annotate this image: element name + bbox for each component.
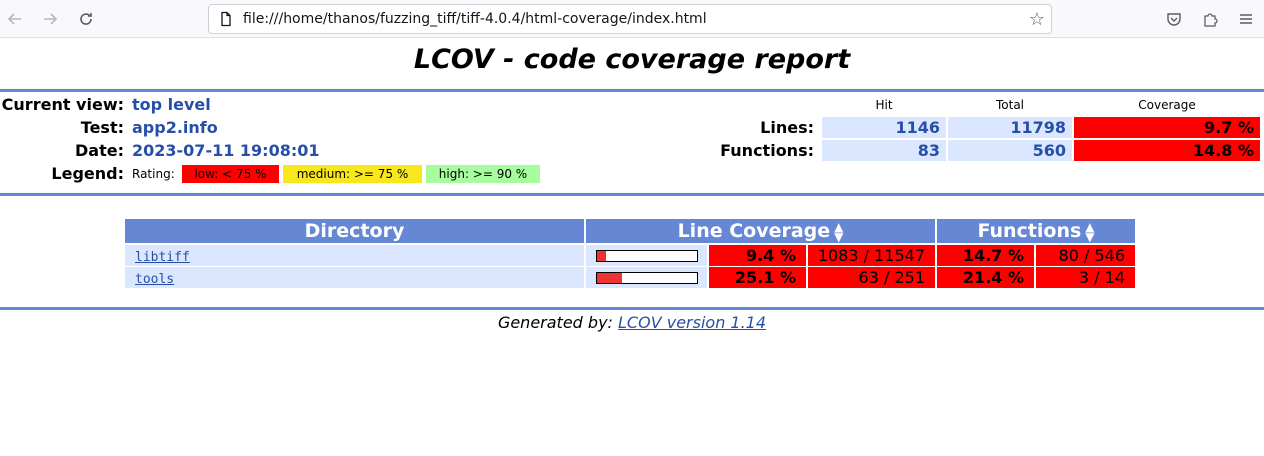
pocket-icon[interactable] xyxy=(1162,7,1186,31)
table-row-libtiff: libtiff xyxy=(125,245,584,266)
line-coverage-count: 1083 / 11547 xyxy=(808,245,935,266)
coverage-bar-fill xyxy=(597,251,607,261)
footer: Generated by: LCOV version 1.14 xyxy=(0,313,1264,332)
lines-total: 11798 xyxy=(948,117,1072,138)
directory-link-tools[interactable]: tools xyxy=(135,272,174,287)
file-icon xyxy=(218,11,234,27)
functions-total: 560 xyxy=(948,140,1072,161)
functions-label: Functions: xyxy=(720,141,814,160)
function-coverage-count: 80 / 546 xyxy=(1036,245,1135,266)
table-row-tools: tools xyxy=(125,267,584,288)
lines-hit: 1146 xyxy=(822,117,946,138)
total-column-header: Total xyxy=(995,98,1025,112)
functions-hit: 83 xyxy=(822,140,946,161)
coverage-column-header: Coverage xyxy=(1138,98,1196,112)
date-label: Date: xyxy=(75,141,124,160)
lcov-version-link[interactable]: LCOV version 1.14 xyxy=(618,313,766,332)
function-coverage-percent: 21.4 % xyxy=(937,267,1034,288)
lines-label: Lines: xyxy=(760,118,814,137)
legend-high: high: >= 90 % xyxy=(426,165,540,183)
title-divider xyxy=(0,89,1264,92)
bookmark-star-icon[interactable]: ☆ xyxy=(1029,9,1045,30)
current-view-value: top level xyxy=(132,95,211,114)
legend-label: Legend: xyxy=(51,164,124,183)
test-value: app2.info xyxy=(132,118,218,137)
current-view-label: Current view: xyxy=(1,95,124,114)
line-coverage-header[interactable]: Line Coverage ▲ ▼ xyxy=(586,219,935,243)
footer-divider xyxy=(0,307,1264,310)
line-coverage-header-label: Line Coverage xyxy=(677,220,831,242)
directory-header[interactable]: Directory xyxy=(125,219,584,243)
coverage-bar xyxy=(596,272,698,284)
functions-coverage: 14.8 % xyxy=(1074,140,1260,161)
reload-icon[interactable] xyxy=(73,6,99,32)
url-text[interactable]: file:///home/thanos/fuzzing_tiff/tiff-4.… xyxy=(243,11,707,27)
date-value: 2023-07-11 19:08:01 xyxy=(132,141,320,160)
browser-toolbar: file:///home/thanos/fuzzing_tiff/tiff-4.… xyxy=(0,0,1264,38)
coverage-bar-fill xyxy=(597,273,623,283)
forward-arrow-icon[interactable] xyxy=(37,6,63,32)
line-coverage-percent: 9.4 % xyxy=(709,245,806,266)
legend-low: low: < 75 % xyxy=(182,165,279,183)
extensions-icon[interactable] xyxy=(1198,7,1222,31)
directory-link-libtiff[interactable]: libtiff xyxy=(135,250,190,265)
coverage-bar-cell xyxy=(586,245,707,266)
rating-label: Rating: xyxy=(132,167,175,181)
functions-header-label: Functions xyxy=(977,220,1082,242)
coverage-bar-cell xyxy=(586,267,707,288)
url-bar[interactable]: file:///home/thanos/fuzzing_tiff/tiff-4.… xyxy=(208,4,1052,34)
directory-header-label: Directory xyxy=(304,220,405,242)
lines-coverage: 9.7 % xyxy=(1074,117,1260,138)
sort-icon[interactable]: ▲ ▼ xyxy=(1085,221,1094,243)
functions-header[interactable]: Functions ▲ ▼ xyxy=(937,219,1135,243)
legend-medium: medium: >= 75 % xyxy=(283,165,422,183)
line-coverage-count: 63 / 251 xyxy=(808,267,935,288)
page-title: LCOV - code coverage report xyxy=(413,44,851,75)
test-label: Test: xyxy=(80,118,124,137)
sort-icon[interactable]: ▲ ▼ xyxy=(834,221,843,243)
function-coverage-count: 3 / 14 xyxy=(1036,267,1135,288)
header-divider xyxy=(0,193,1264,196)
function-coverage-percent: 14.7 % xyxy=(937,245,1034,266)
back-arrow-icon[interactable] xyxy=(2,6,28,32)
coverage-bar xyxy=(596,250,698,262)
hit-column-header: Hit xyxy=(875,98,893,112)
menu-hamburger-icon[interactable] xyxy=(1234,7,1258,31)
generated-by-label: Generated by: xyxy=(497,313,613,332)
line-coverage-percent: 25.1 % xyxy=(709,267,806,288)
